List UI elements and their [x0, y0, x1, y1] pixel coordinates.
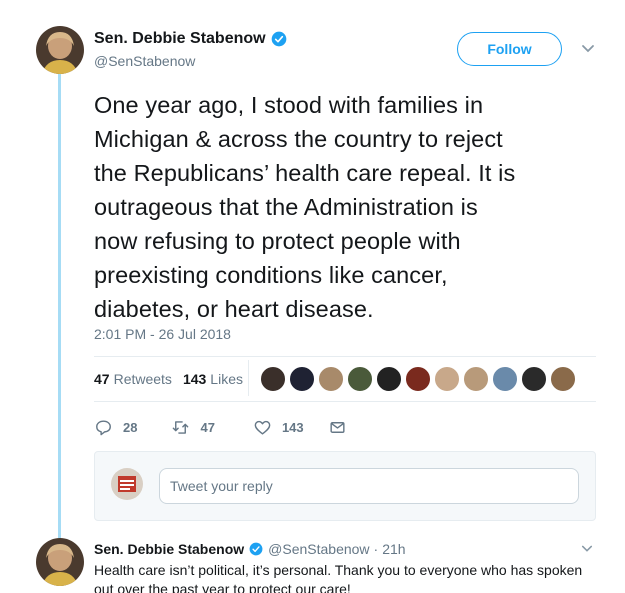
- retweets-count[interactable]: 47: [94, 371, 110, 387]
- liker-avatar[interactable]: [492, 366, 518, 392]
- retweet-action[interactable]: 47: [171, 418, 215, 437]
- reply-count: 28: [123, 420, 138, 435]
- author-avatar[interactable]: [36, 26, 84, 74]
- verified-badge-icon: [271, 31, 286, 47]
- reply-author-handle[interactable]: @SenStabenow: [268, 541, 369, 557]
- author-handle[interactable]: @SenStabenow: [94, 53, 195, 69]
- tweet-text-line: now refusing to protect people with: [94, 228, 461, 254]
- envelope-icon: [330, 422, 345, 433]
- verified-badge-icon: [249, 542, 263, 556]
- liker-avatars: [260, 366, 579, 392]
- liker-avatar[interactable]: [289, 366, 315, 392]
- liker-avatar[interactable]: [550, 366, 576, 392]
- tweet-actions: 28 47 143: [94, 418, 347, 437]
- chevron-down-icon[interactable]: [580, 543, 594, 555]
- likes-label[interactable]: Likes: [210, 371, 243, 387]
- tweet-timestamp[interactable]: 2:01 PM - 26 Jul 2018: [94, 326, 231, 342]
- liker-avatar[interactable]: [434, 366, 460, 392]
- heart-icon: [254, 420, 271, 435]
- tweet-text-line: preexisting conditions like cancer,: [94, 262, 448, 288]
- author-name-row: Sen. Debbie Stabenow: [94, 30, 287, 48]
- reply-author-avatar[interactable]: [36, 538, 84, 586]
- liker-avatar[interactable]: [347, 366, 373, 392]
- reply-author-row: Sen. Debbie Stabenow @SenStabenow · 21h: [94, 541, 406, 557]
- tweet-text-line: outrageous that the Administration is: [94, 194, 478, 220]
- liker-avatar[interactable]: [521, 366, 547, 392]
- follow-button[interactable]: Follow: [457, 32, 562, 66]
- reply-time[interactable]: 21h: [382, 541, 405, 557]
- reply-text-line: Health care isn’t political, it’s person…: [94, 562, 583, 578]
- tweet-stats: 47 Retweets 143 Likes: [94, 371, 243, 387]
- reply-action[interactable]: 28: [94, 418, 137, 437]
- like-count: 143: [281, 420, 304, 435]
- tweet-text-line: diabetes, or heart disease.: [94, 296, 374, 322]
- reply-author-name[interactable]: Sen. Debbie Stabenow: [94, 541, 244, 557]
- chevron-down-icon[interactable]: [580, 42, 596, 56]
- retweet-count: 47: [200, 420, 215, 435]
- reply-tweet-text: Health care isn’t political, it’s person…: [94, 561, 594, 593]
- tweet-text-line: Michigan & across the country to reject: [94, 126, 503, 152]
- thread-connector-line: [58, 74, 61, 538]
- reply-composer: Tweet your reply: [94, 451, 596, 521]
- reply-input[interactable]: Tweet your reply: [159, 468, 579, 504]
- user-avatar: [111, 468, 143, 500]
- liker-avatar[interactable]: [463, 366, 489, 392]
- separator-dot: ·: [373, 541, 379, 557]
- tweet-text-line: One year ago, I stood with families in: [94, 92, 484, 118]
- likes-count[interactable]: 143: [183, 371, 206, 387]
- liker-avatar[interactable]: [376, 366, 402, 392]
- like-action[interactable]: 143: [253, 418, 304, 437]
- stats-divider: [248, 360, 249, 396]
- reply-text-line: out over the past year to protect our ca…: [94, 581, 351, 593]
- liker-avatar[interactable]: [318, 366, 344, 392]
- retweet-icon: [173, 421, 189, 434]
- direct-message-action[interactable]: [328, 418, 347, 437]
- author-display-name[interactable]: Sen. Debbie Stabenow: [94, 30, 266, 48]
- reply-icon: [96, 420, 111, 436]
- liker-avatar[interactable]: [405, 366, 431, 392]
- tweet-text-line: the Republicans’ health care repeal. It …: [94, 160, 516, 186]
- liker-avatar[interactable]: [260, 366, 286, 392]
- divider: [94, 401, 596, 402]
- divider: [94, 356, 596, 357]
- retweets-label[interactable]: Retweets: [114, 371, 172, 387]
- tweet-text: One year ago, I stood with families in M…: [94, 88, 594, 326]
